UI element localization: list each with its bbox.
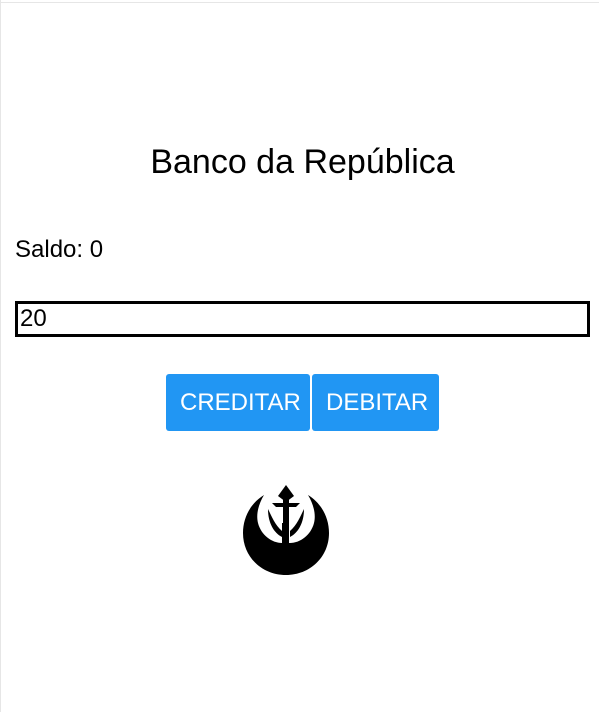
rebel-alliance-icon [243, 485, 329, 575]
credit-button[interactable]: CREDITAR [166, 374, 310, 431]
balance-label: Saldo: 0 [15, 236, 104, 263]
action-buttons: CREDITAR DEBITAR [166, 374, 439, 431]
amount-input[interactable] [15, 301, 590, 337]
debit-button[interactable]: DEBITAR [312, 374, 439, 431]
window-left-border [0, 0, 1, 712]
window-top-border [0, 0, 599, 3]
page-title: Banco da República [150, 143, 455, 181]
